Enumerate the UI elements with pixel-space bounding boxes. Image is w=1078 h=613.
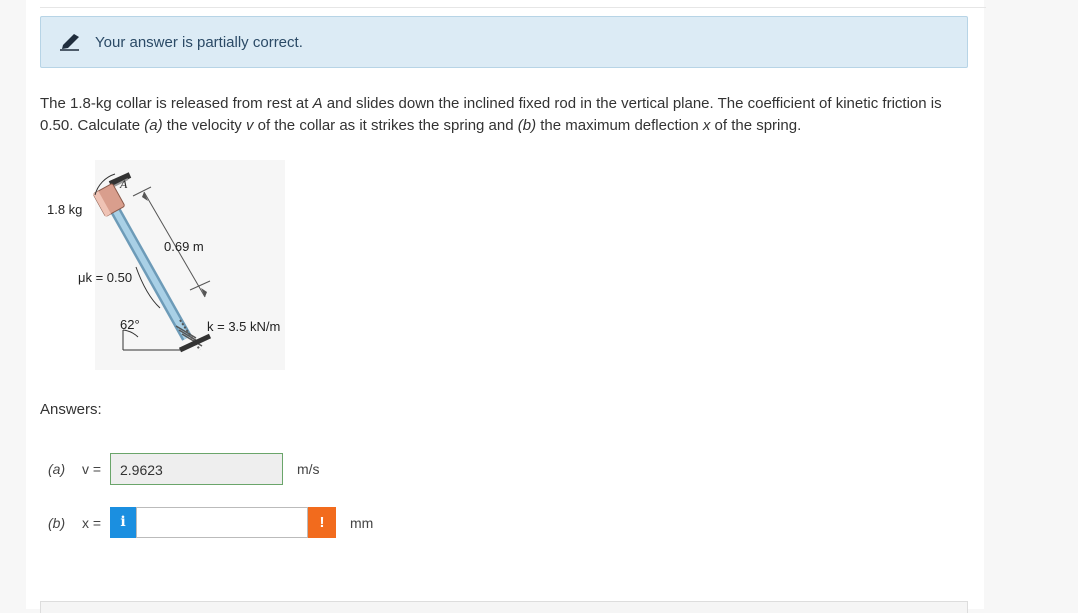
friction-label: μk = 0.50 bbox=[78, 270, 133, 285]
collar-rod-diagram bbox=[93, 172, 212, 353]
pencil-icon bbox=[60, 34, 79, 51]
next-section-box bbox=[40, 601, 968, 613]
answer-b-unit: mm bbox=[350, 515, 374, 531]
status-message: Your answer is partially correct. bbox=[95, 34, 303, 51]
problem-figure: 1.8 kg A 0.69 m μk = 0.50 62° k = 3.5 kN… bbox=[40, 160, 285, 370]
mass-label: 1.8 kg bbox=[47, 202, 83, 217]
part-b-label: (b) bbox=[48, 515, 66, 531]
angle-label: 62° bbox=[120, 317, 140, 332]
status-banner: Your answer is partially correct. bbox=[40, 16, 968, 68]
distance-label: 0.69 m bbox=[164, 239, 204, 254]
warning-icon[interactable]: ! bbox=[308, 507, 336, 538]
info-icon[interactable]: i bbox=[110, 507, 136, 538]
question-text: The 1.8-kg collar is released from rest … bbox=[40, 95, 942, 134]
part-a-variable: v = bbox=[82, 461, 102, 477]
point-a-label: A bbox=[120, 177, 128, 191]
spring-label: k = 3.5 kN/m bbox=[207, 319, 281, 334]
part-b-variable: x = bbox=[82, 515, 102, 531]
answer-a-unit: m/s bbox=[297, 461, 320, 477]
answer-a-field[interactable]: 2.9623 bbox=[110, 453, 283, 485]
answer-b-field[interactable] bbox=[136, 507, 308, 538]
top-divider bbox=[40, 7, 986, 8]
answers-heading: Answers: bbox=[40, 401, 102, 418]
part-a-label: (a) bbox=[48, 461, 66, 477]
